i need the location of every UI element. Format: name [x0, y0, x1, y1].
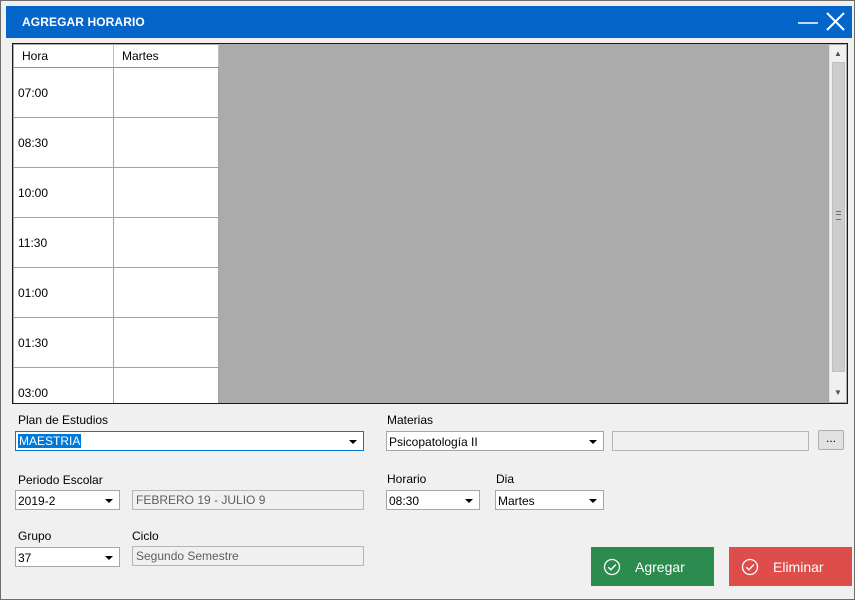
schedule-header-row: Hora Martes	[14, 45, 219, 68]
agregar-button-label: Agregar	[635, 559, 685, 575]
chevron-down-icon	[465, 499, 473, 503]
materias-select[interactable]: Psicopatología II	[386, 431, 604, 451]
cell-martes[interactable]	[114, 368, 219, 403]
cell-hora[interactable]: 10:00	[14, 168, 114, 218]
materias-label: Materias	[387, 413, 434, 427]
ciclo-field: Segundo Semestre	[132, 546, 364, 566]
dia-select[interactable]: Martes	[495, 490, 604, 510]
check-circle-icon	[603, 558, 621, 576]
close-icon	[826, 12, 845, 31]
materias-value: Psicopatología II	[389, 435, 478, 449]
periodo-label: Periodo Escolar	[18, 473, 103, 487]
scroll-up-arrow-icon[interactable]: ▲	[830, 46, 846, 62]
grupo-value: 37	[18, 551, 32, 565]
cell-martes[interactable]	[114, 118, 219, 168]
browse-button[interactable]: ...	[818, 430, 844, 450]
cell-martes[interactable]	[114, 218, 219, 268]
agregar-button[interactable]: Agregar	[591, 547, 714, 586]
vertical-scrollbar[interactable]: ▲ ▼	[829, 45, 846, 402]
cell-martes[interactable]	[114, 268, 219, 318]
cell-martes[interactable]	[114, 318, 219, 368]
close-button[interactable]	[823, 10, 847, 34]
table-row[interactable]: 01:30	[14, 318, 219, 368]
grip-icon	[836, 211, 841, 220]
cell-hora[interactable]: 01:30	[14, 318, 114, 368]
agregar-horario-window: AGREGAR HORARIO Hora Martes 07:00 08:30 …	[0, 0, 855, 600]
table-row[interactable]: 08:30	[14, 118, 219, 168]
periodo-description-field: FEBRERO 19 - JULIO 9	[132, 490, 364, 510]
cell-hora[interactable]: 01:00	[14, 268, 114, 318]
chevron-down-icon	[589, 440, 597, 444]
cell-hora[interactable]: 07:00	[14, 68, 114, 118]
chevron-down-icon	[105, 499, 113, 503]
window-title: AGREGAR HORARIO	[22, 15, 145, 29]
plan-select[interactable]: MAESTRIA	[15, 431, 364, 451]
plan-label: Plan de Estudios	[18, 413, 109, 427]
chevron-down-icon	[349, 440, 357, 444]
table-row[interactable]: 07:00	[14, 68, 219, 118]
minimize-icon	[798, 22, 818, 24]
grupo-label: Grupo	[18, 529, 52, 543]
cell-hora[interactable]: 08:30	[14, 118, 114, 168]
title-bar: AGREGAR HORARIO	[6, 6, 852, 38]
grupo-select[interactable]: 37	[15, 547, 120, 567]
cell-hora[interactable]: 11:30	[14, 218, 114, 268]
chevron-down-icon	[105, 556, 113, 560]
horario-select[interactable]: 08:30	[386, 490, 480, 510]
table-row[interactable]: 11:30	[14, 218, 219, 268]
dia-label: Dia	[496, 472, 515, 486]
scrollbar-thumb[interactable]	[832, 62, 845, 372]
table-row[interactable]: 03:00	[14, 368, 219, 403]
horario-label: Horario	[387, 472, 427, 486]
column-header-hora[interactable]: Hora	[14, 45, 114, 67]
cell-martes[interactable]	[114, 168, 219, 218]
check-circle-icon	[741, 558, 759, 576]
periodo-value: 2019-2	[18, 494, 56, 508]
column-header-martes[interactable]: Martes	[114, 45, 219, 67]
scroll-down-arrow-icon[interactable]: ▼	[830, 385, 846, 401]
periodo-select[interactable]: 2019-2	[15, 490, 120, 510]
materias-extra-field	[612, 431, 809, 451]
cell-martes[interactable]	[114, 68, 219, 118]
horario-value: 08:30	[389, 494, 420, 508]
cell-hora[interactable]: 03:00	[14, 368, 114, 403]
chevron-down-icon	[589, 499, 597, 503]
table-row[interactable]: 01:00	[14, 268, 219, 318]
eliminar-button[interactable]: Eliminar	[729, 547, 852, 586]
dia-value: Martes	[498, 494, 535, 508]
minimize-button[interactable]	[796, 10, 820, 34]
schedule-grid[interactable]: Hora Martes 07:00 08:30 10:00 11:30 01:0…	[12, 43, 848, 404]
ciclo-label: Ciclo	[132, 529, 159, 543]
plan-value: MAESTRIA	[18, 434, 82, 448]
table-row[interactable]: 10:00	[14, 168, 219, 218]
schedule-table: Hora Martes 07:00 08:30 10:00 11:30 01:0…	[14, 45, 219, 403]
eliminar-button-label: Eliminar	[773, 559, 824, 575]
